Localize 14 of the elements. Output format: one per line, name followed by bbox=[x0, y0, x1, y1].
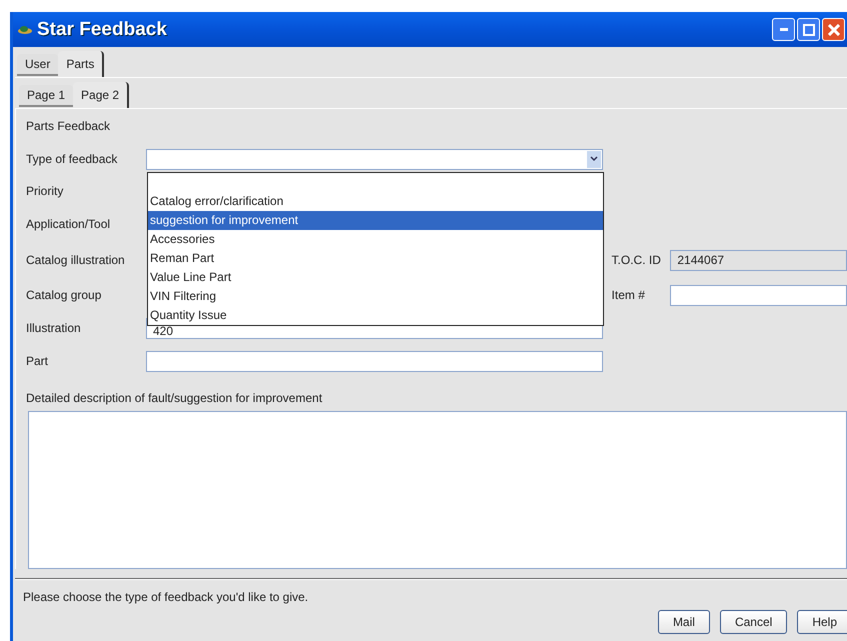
section-title: Parts Feedback bbox=[26, 119, 110, 133]
description-label: Detailed description of fault/suggestion for improvement bbox=[26, 391, 324, 405]
field-label: T.O.C. ID bbox=[612, 253, 662, 267]
toc-id-field: 2144067 bbox=[670, 250, 847, 270]
field-label: Application/Tool bbox=[26, 217, 112, 231]
field-label: Part bbox=[26, 354, 50, 368]
status-message: Please choose the type of feedback you'd like to give. bbox=[22, 589, 310, 604]
field-label: Illustration bbox=[26, 321, 82, 335]
field-label: Catalog illustration bbox=[26, 253, 126, 267]
field-label: Type of feedback bbox=[26, 152, 118, 166]
field-label: Item # bbox=[612, 288, 646, 302]
field-label: Priority bbox=[26, 184, 64, 198]
field-label: Catalog group bbox=[26, 288, 102, 302]
window-title: Star Feedback bbox=[37, 18, 168, 40]
